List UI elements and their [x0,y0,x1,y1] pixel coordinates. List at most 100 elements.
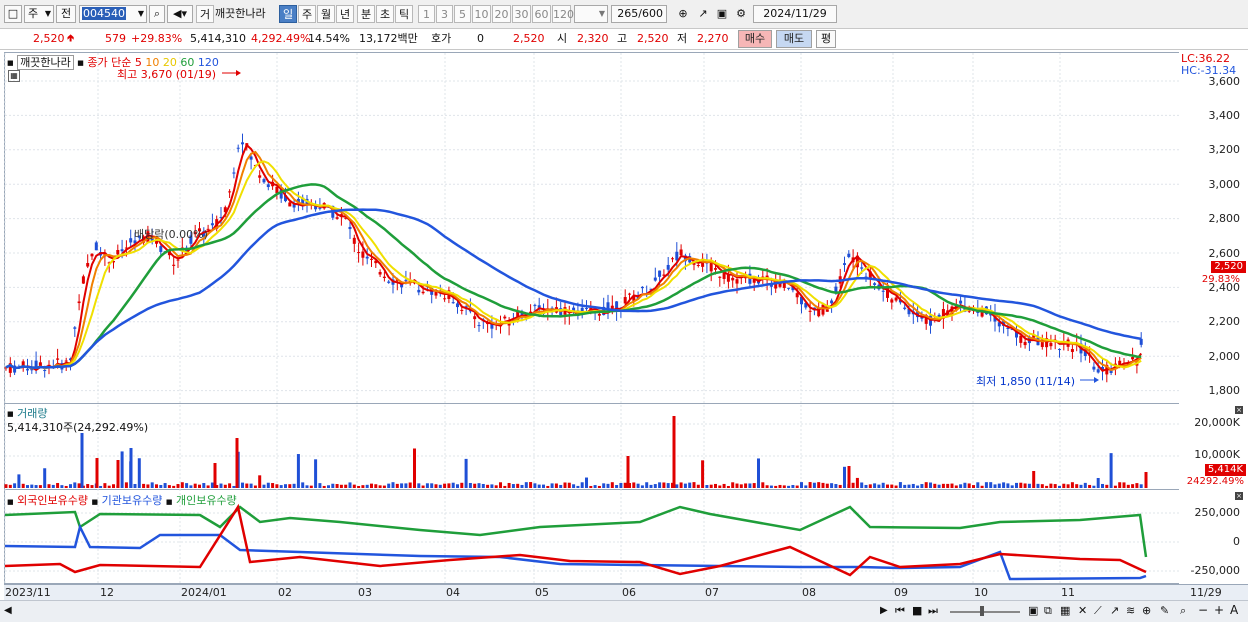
crosshair-icon[interactable]: ✕ [1078,604,1087,617]
candle-body [903,307,907,309]
candle-body [585,308,588,310]
search-icon[interactable]: ⌕ [149,5,165,23]
min-20[interactable]: 20 [492,5,511,23]
volume-bar [133,483,137,488]
eval-button[interactable]: 평 [816,30,836,48]
stock-code-input[interactable]: 004540 ▼ [79,5,147,23]
volume-bar [163,483,167,488]
y-tick: 2,000 [1208,350,1241,363]
candle-body [834,286,838,292]
open-price: 2,320 [577,32,609,45]
scroll-left-icon[interactable]: ◀ [4,605,12,616]
zoom-out-icon[interactable]: − [1198,603,1208,617]
period-second[interactable]: 초 [376,5,394,23]
volume-bar [632,482,636,488]
volume-bar [941,483,945,488]
volume-bar [757,458,760,488]
volume-bar [662,482,666,488]
fib-icon[interactable]: ≋ [1126,604,1135,617]
candle-body [404,279,408,281]
first-icon[interactable]: ⏮ [895,604,905,618]
zoom-slider[interactable] [950,611,1020,613]
candle-body [90,253,94,257]
volume-bar [490,484,494,488]
draw-icon[interactable]: ↗ [694,5,712,23]
volume-bar [1079,484,1083,488]
copy-icon[interactable]: ⧉ [1044,604,1052,618]
gear-icon[interactable]: ⚙ [732,5,750,23]
holding-panel-title: ■ 외국인보유수량 ■ 기관보유수량 ■ 개인보유수량 [7,492,237,508]
candle-body [533,304,537,306]
layout-icon[interactable]: ▣ [1028,604,1038,617]
text-icon[interactable]: ⊕ [1142,604,1151,617]
table-icon[interactable]: ▦ [8,70,20,82]
quote-bar: 2,520 🢁 579 +29.83% 5,414,310 4,292.49% … [0,29,1248,50]
count-input[interactable]: 265/600 [611,5,667,23]
volume-bar [1139,484,1143,488]
period-month[interactable]: 월 [317,5,335,23]
candle-body [890,299,894,303]
save-icon[interactable]: ▣ [714,5,730,23]
min-60[interactable]: 60 [532,5,551,23]
period-tick[interactable]: 틱 [395,5,413,23]
date-input[interactable]: 2024/11/29 [753,5,837,23]
volume-bar [408,482,412,488]
min-120[interactable]: 120 [552,5,574,23]
volume-bar [658,482,662,488]
close-icon[interactable]: × [1235,492,1243,500]
volume-bar [38,485,42,488]
trend-icon[interactable]: ↗ [1110,604,1119,617]
period-minute[interactable]: 분 [357,5,375,23]
volume-bar [47,484,51,488]
min-1[interactable]: 1 [418,5,435,23]
volume-bar [559,484,563,488]
trade-button[interactable]: 거 [196,5,214,23]
min-30[interactable]: 30 [512,5,531,23]
min-10[interactable]: 10 [472,5,491,23]
close-icon[interactable]: × [1235,406,1243,414]
auto-scale-icon[interactable]: A [1230,603,1238,617]
price-badge: 2,520 [1211,261,1246,273]
last-icon[interactable]: ⏭ [928,604,938,618]
scroll-right-icon[interactable]: ▶ [880,605,888,616]
volume-bar [1066,484,1070,488]
sell-button[interactable]: 매도 [776,30,812,48]
high-marker-arrowhead [236,70,241,76]
chevron-down-icon: ▼ [598,9,605,18]
period-year[interactable]: 년 [336,5,354,23]
date-label: 03 [358,586,372,599]
volume-bar [967,483,971,488]
stop-icon[interactable]: ■ [912,604,922,617]
candle-body [1096,369,1100,373]
candle-body [1092,366,1096,370]
candle-body [318,207,322,209]
min-5[interactable]: 5 [454,5,471,23]
zoom-slider-handle[interactable] [980,606,984,616]
volume-bar [851,482,855,488]
prev-button[interactable]: 전 [56,5,76,23]
market-select[interactable]: 주 ▼ [24,5,54,23]
window-icon[interactable]: □ [4,5,22,23]
zoom-icon[interactable]: ⊕ [674,5,692,23]
volume-bar [645,482,649,488]
volume-bar [696,484,700,488]
pen-icon[interactable]: ✎ [1160,604,1169,617]
candle-body [808,310,812,312]
volume-bar [744,483,748,488]
min-3[interactable]: 3 [436,5,453,23]
magnify-icon[interactable]: ⌕ [1180,604,1186,618]
custom-period-select[interactable]: ▼ [574,5,608,23]
candle-body [718,276,722,278]
volume-bar [718,485,722,488]
line-icon[interactable]: ⟋ [1094,604,1102,618]
volume-bar [370,483,373,488]
low-marker-arrowhead [1094,377,1099,383]
buy-button[interactable]: 매수 [738,30,772,48]
period-day[interactable]: 일 [279,5,297,23]
chevron-down-icon: ▼ [44,9,51,18]
speaker-icon[interactable]: ◀▾ [167,5,193,23]
period-week[interactable]: 주 [298,5,316,23]
zoom-in-icon[interactable]: + [1214,603,1224,617]
grid-icon[interactable]: ▦ [1060,604,1070,617]
volume-bar [43,468,47,488]
